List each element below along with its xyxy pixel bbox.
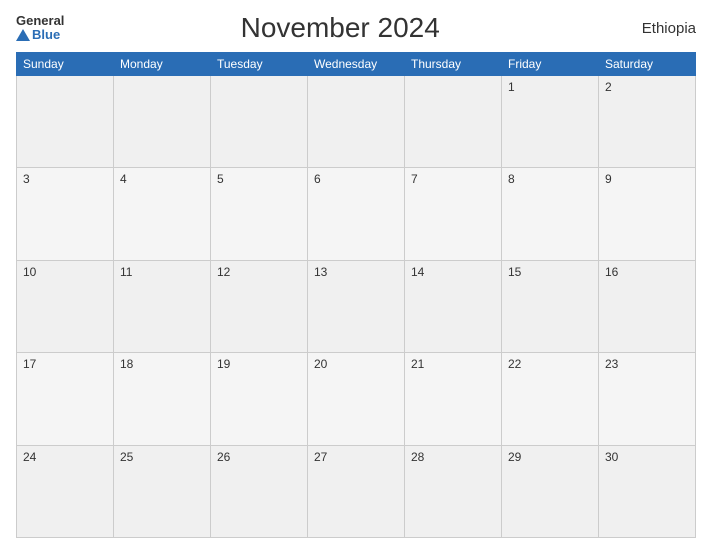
header-thursday: Thursday — [405, 53, 502, 76]
day-cell-nov17: 17 — [17, 353, 114, 445]
day-cell-nov25: 25 — [114, 445, 211, 537]
day-cell-nov26: 26 — [211, 445, 308, 537]
day-cell-nov9: 9 — [599, 168, 696, 260]
logo-triangle-icon — [16, 29, 30, 41]
day-cell — [308, 76, 405, 168]
day-headers-row: Sunday Monday Tuesday Wednesday Thursday… — [17, 53, 696, 76]
header-tuesday: Tuesday — [211, 53, 308, 76]
country-label: Ethiopia — [616, 20, 696, 37]
calendar-page: General Blue November 2024 Ethiopia Sund… — [0, 0, 712, 550]
header-wednesday: Wednesday — [308, 53, 405, 76]
day-cell-nov12: 12 — [211, 260, 308, 352]
day-cell-nov13: 13 — [308, 260, 405, 352]
day-cell-nov5: 5 — [211, 168, 308, 260]
day-cell-nov24: 24 — [17, 445, 114, 537]
header-saturday: Saturday — [599, 53, 696, 76]
day-cell-nov6: 6 — [308, 168, 405, 260]
day-cell-nov14: 14 — [405, 260, 502, 352]
day-cell-nov27: 27 — [308, 445, 405, 537]
day-cell-nov29: 29 — [502, 445, 599, 537]
week-row-1: 1 2 — [17, 76, 696, 168]
day-cell-nov18: 18 — [114, 353, 211, 445]
logo-general-text: General — [16, 14, 64, 28]
day-cell-nov1: 1 — [502, 76, 599, 168]
header-sunday: Sunday — [17, 53, 114, 76]
logo-blue-text: Blue — [16, 28, 64, 42]
day-cell-nov11: 11 — [114, 260, 211, 352]
header-monday: Monday — [114, 53, 211, 76]
day-cell-nov19: 19 — [211, 353, 308, 445]
day-cell-nov21: 21 — [405, 353, 502, 445]
day-cell-nov30: 30 — [599, 445, 696, 537]
day-cell-nov16: 16 — [599, 260, 696, 352]
day-cell-nov2: 2 — [599, 76, 696, 168]
calendar-table: Sunday Monday Tuesday Wednesday Thursday… — [16, 52, 696, 538]
day-cell-nov3: 3 — [17, 168, 114, 260]
header: General Blue November 2024 Ethiopia — [16, 12, 696, 44]
day-cell — [114, 76, 211, 168]
header-friday: Friday — [502, 53, 599, 76]
week-row-5: 24 25 26 27 28 29 30 — [17, 445, 696, 537]
week-row-3: 10 11 12 13 14 15 16 — [17, 260, 696, 352]
day-cell-nov10: 10 — [17, 260, 114, 352]
day-cell-nov15: 15 — [502, 260, 599, 352]
day-cell-nov4: 4 — [114, 168, 211, 260]
logo: General Blue — [16, 14, 64, 43]
month-title: November 2024 — [64, 12, 616, 44]
day-cell-nov7: 7 — [405, 168, 502, 260]
day-cell — [17, 76, 114, 168]
day-cell-nov20: 20 — [308, 353, 405, 445]
day-cell-nov22: 22 — [502, 353, 599, 445]
week-row-2: 3 4 5 6 7 8 9 — [17, 168, 696, 260]
day-cell — [405, 76, 502, 168]
day-cell-nov28: 28 — [405, 445, 502, 537]
week-row-4: 17 18 19 20 21 22 23 — [17, 353, 696, 445]
day-cell-nov23: 23 — [599, 353, 696, 445]
day-cell — [211, 76, 308, 168]
day-cell-nov8: 8 — [502, 168, 599, 260]
